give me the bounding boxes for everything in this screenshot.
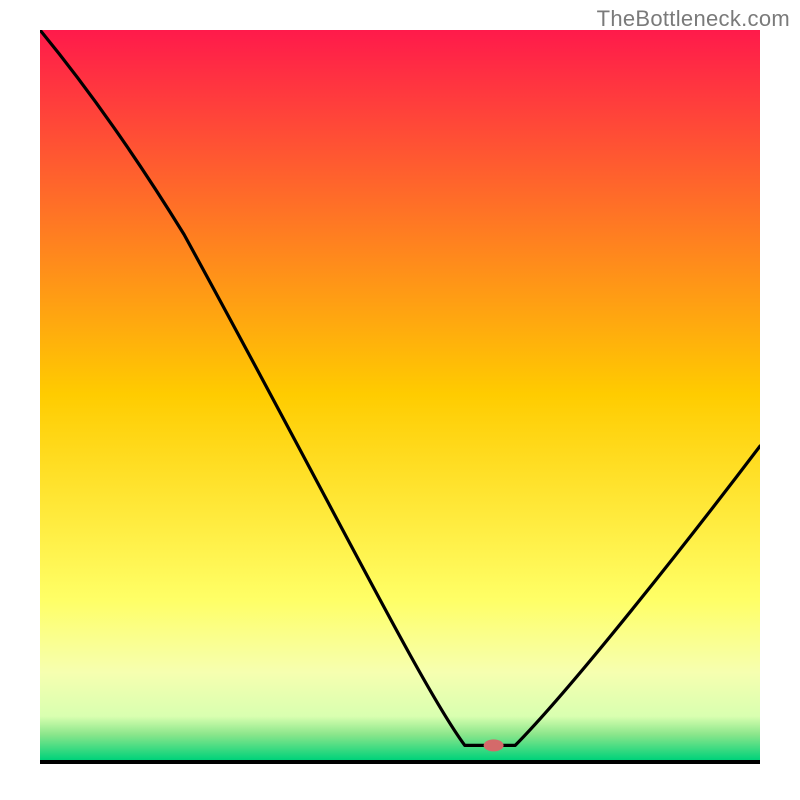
gradient-background <box>40 30 760 760</box>
optimal-point-marker <box>484 739 504 751</box>
chart-container: TheBottleneck.com <box>0 0 800 800</box>
plot-area <box>40 30 760 760</box>
watermark-text: TheBottleneck.com <box>597 6 790 32</box>
x-axis-line <box>40 760 760 764</box>
chart-svg <box>40 30 760 760</box>
